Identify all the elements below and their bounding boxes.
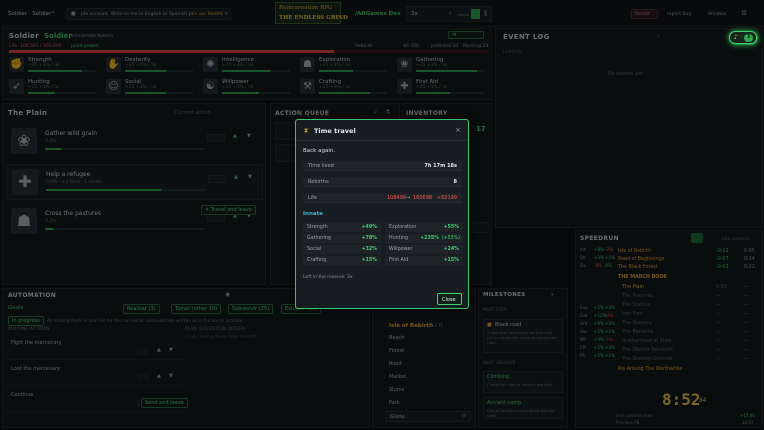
- innate-cell: Hunting +235% (+53%): [385, 234, 463, 243]
- life-row: Life 108499 → 160698 +52199: [303, 193, 462, 203]
- innate-label: Gathering: [307, 236, 331, 241]
- innate-title: Innate: [303, 211, 323, 217]
- close-button-label: Close: [442, 297, 456, 303]
- innate-cell: Crafting +15%: [303, 256, 381, 265]
- dialog-greeting: Back again.: [303, 148, 336, 154]
- life-row-label: Life: [308, 195, 318, 201]
- innate-cell: First Aid +15%: [385, 256, 463, 265]
- reserve-text: Left in the reserve: 2x: [303, 275, 353, 280]
- time-lived-value: 7h 17m 18s: [424, 163, 457, 169]
- bell-icon: ♪: [734, 34, 738, 41]
- innate-label: Crafting: [307, 258, 327, 263]
- innate-cell: Willpower +24%: [385, 245, 463, 254]
- time-lived-label: Time lived: [308, 163, 334, 169]
- dialog-divider: [296, 140, 468, 141]
- dialog-title: Time travel: [314, 127, 356, 135]
- innate-value: +49%: [361, 225, 377, 230]
- innate-extra: (+53%): [441, 236, 460, 241]
- innate-value: +55%: [443, 225, 459, 230]
- innate-cell: Strength +49%: [303, 223, 381, 232]
- innate-label: Strength: [307, 225, 328, 230]
- life-delta: +52199: [436, 195, 457, 201]
- notification-badge: 3: [744, 34, 753, 42]
- innate-value: +15%: [361, 258, 377, 263]
- innate-label: Exploration: [389, 225, 417, 230]
- life-to: 160698: [413, 195, 433, 201]
- rebirths-row: Rebirths 8: [303, 177, 462, 187]
- rebirths-label: Rebirths: [308, 179, 329, 185]
- innate-label: Willpower: [389, 247, 413, 252]
- close-button[interactable]: Close: [437, 293, 462, 305]
- innate-label: Social: [307, 247, 322, 252]
- innate-cell: Social +32%: [303, 245, 381, 254]
- innate-value: +24%: [443, 247, 459, 252]
- innate-cell: Exploration +55%: [385, 223, 463, 232]
- innate-cell: Gathering +78%: [303, 234, 381, 243]
- hourglass-icon: ⧗: [304, 127, 309, 134]
- innate-value: +15%: [443, 258, 459, 263]
- rebirths-value: 8: [453, 179, 457, 185]
- innate-label: Hunting: [389, 236, 408, 241]
- innate-value: +235%: [420, 236, 439, 241]
- time-lived-row: Time lived 7h 17m 18s: [303, 161, 462, 171]
- innate-value: +78%: [361, 236, 377, 241]
- arrow-right-icon: →: [406, 195, 411, 201]
- life-from: 108499: [387, 195, 407, 201]
- time-travel-dialog: ⧗ Time travel × Back again. Time lived 7…: [295, 119, 469, 309]
- close-icon[interactable]: ×: [455, 126, 461, 134]
- notification-glow[interactable]: ♪ 3: [729, 31, 757, 44]
- innate-grid: Strength +49% Exploration +55% Gathering +78%…: [303, 223, 463, 271]
- innate-value: +32%: [361, 247, 377, 252]
- innate-label: First Aid: [389, 258, 409, 263]
